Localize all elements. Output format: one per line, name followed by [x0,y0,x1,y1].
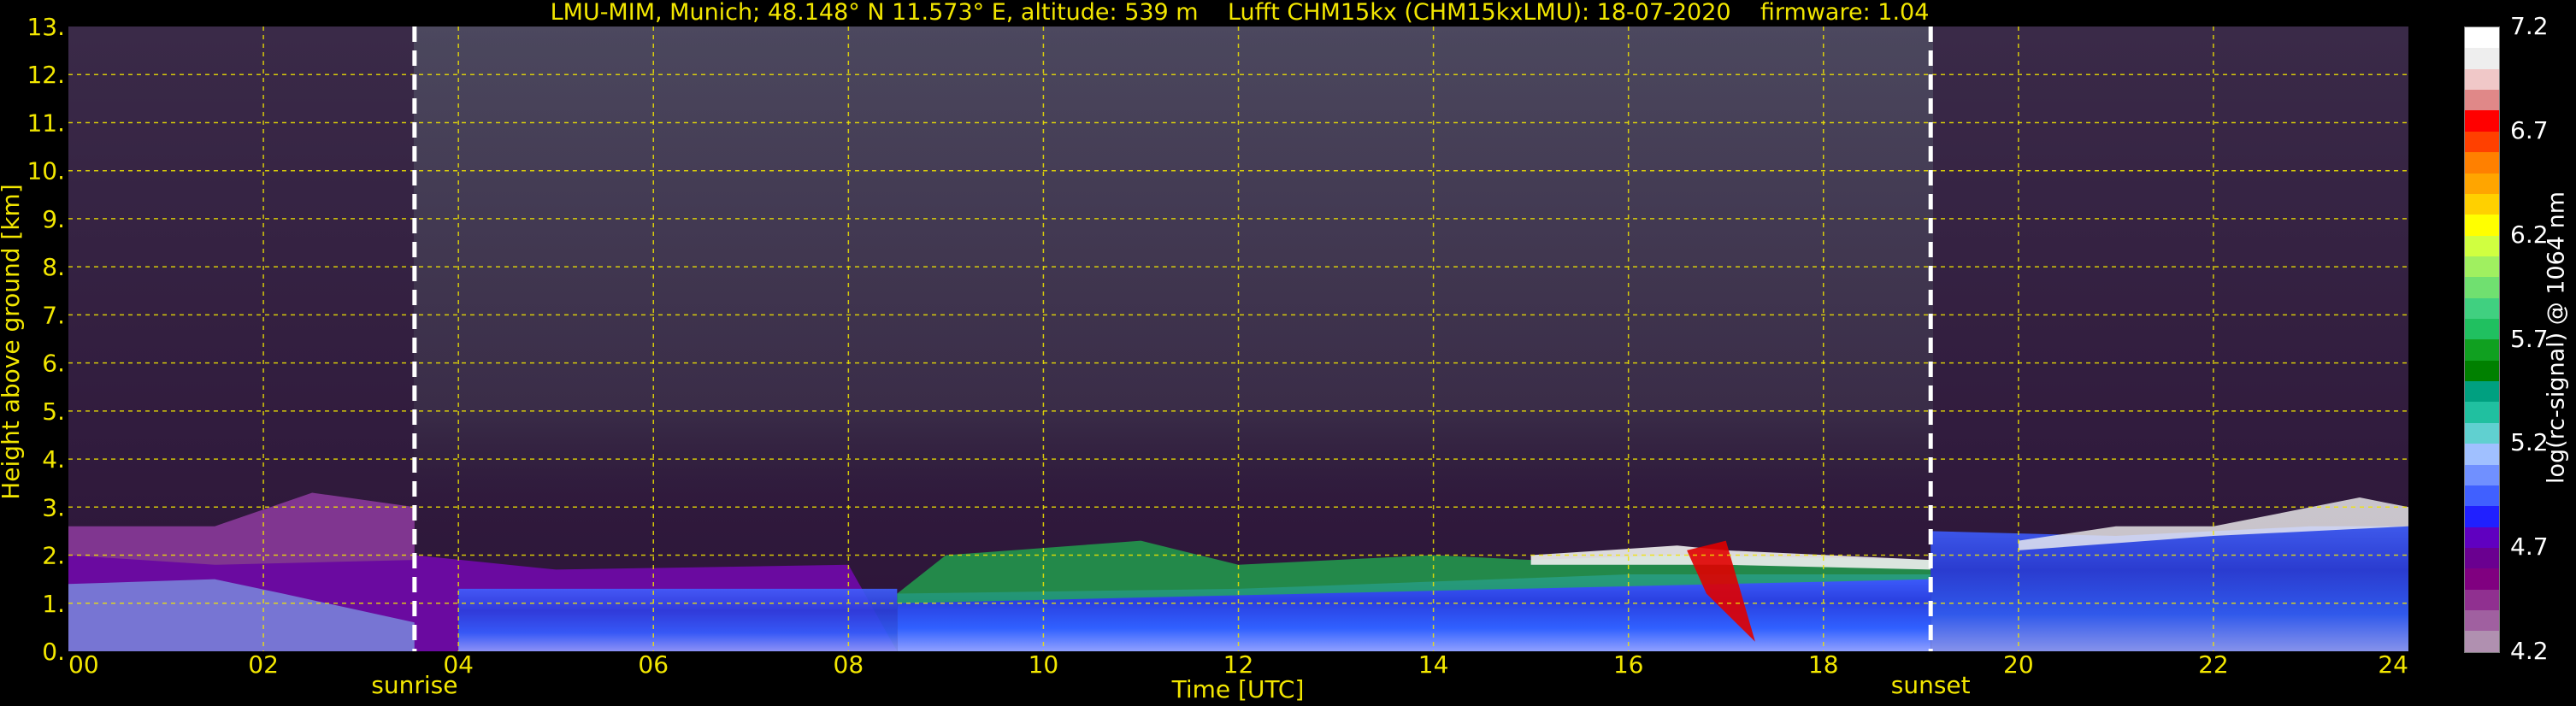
x-tick-label: 02 [248,650,279,679]
colorbar-tick: 4.2 [2510,637,2549,665]
colorbar-label: log(rc-signal) @ 1064 nm [2543,191,2570,485]
colorbar-segment [2465,48,2499,69]
colorbar-segment [2465,297,2499,320]
colorbar-segment [2465,27,2499,49]
x-tick-label: 20 [2003,650,2034,679]
y-tick-label: 5. [42,397,65,426]
colorbar-segment [2465,360,2499,382]
y-tick-label: 11. [27,109,65,137]
x-tick-label: 06 [638,650,669,679]
x-tick-label: 10 [1029,650,1059,679]
colorbar-segment [2465,381,2499,403]
morning-mixing [458,588,898,651]
colorbar-segment [2465,256,2499,278]
ceilometer-plot: 00 02 04 06 08 10 12 14 16 18 20 22 240.1.2.3.4.5.6.… [0,13,2408,703]
y-tick-label: 3. [42,493,65,521]
y-tick-label: 12. [27,61,65,89]
sunset-label: sunset [1891,671,1971,699]
colorbar-tick: 6.7 [2510,115,2549,144]
colorbar-segment [2465,402,2499,423]
y-tick-label: 9. [42,205,65,233]
colorbar-segment [2465,444,2499,465]
y-tick-label: 2. [42,542,65,570]
x-tick-label: 18 [1808,650,1839,679]
colorbar-segment [2465,215,2499,236]
x-tick-label: 22 [2198,650,2229,679]
evening-layer [1931,526,2408,651]
colorbar-segment [2465,547,2499,569]
x-tick-label: 16 [1613,650,1644,679]
colorbar-segment [2465,485,2499,507]
x-tick-label: 14 [1418,650,1449,679]
colorbar-segment [2465,193,2499,215]
colorbar-segment [2465,68,2499,91]
y-axis-label: Height above ground [km] [0,184,25,500]
colorbar-segment [2465,464,2499,485]
sunrise-label: sunrise [371,671,457,699]
y-tick-label: 1. [42,590,65,618]
y-tick-label: 6. [42,350,65,378]
colorbar-segment [2465,422,2499,444]
colorbar-segment [2465,90,2499,111]
colorbar-segment [2465,173,2499,194]
y-tick-label: 8. [42,253,65,281]
colorbar-segment [2465,506,2499,527]
colorbar [2464,26,2500,653]
y-tick-label: 0. [42,638,65,666]
daylight-noise [414,26,1933,505]
colorbar-segment [2465,568,2499,590]
colorbar-segment [2465,610,2499,632]
colorbar-segment [2465,527,2499,548]
colorbar-segment [2465,589,2499,611]
colorbar-tick: 4.7 [2510,532,2549,562]
colorbar-tick: 7.2 [2510,12,2549,40]
colorbar-segment [2465,631,2499,652]
x-axis-label: Time [UTC] [1171,675,1305,703]
y-tick-label: 10. [27,157,65,185]
colorbar-segment [2465,235,2499,256]
colorbar-segment [2465,110,2499,132]
x-tick-label: 08 [834,650,864,679]
colorbar-segment [2465,319,2499,340]
y-tick-label: 4. [42,445,65,474]
colorbar-segment [2465,131,2499,153]
colorbar-segment [2465,152,2499,174]
y-tick-label: 7. [42,301,65,329]
x-tick-label: 24 [2378,650,2408,679]
x-tick-label: 00 [68,650,99,679]
colorbar-segment [2465,277,2499,298]
colorbar-segment [2465,339,2499,361]
chart-title: LMU-MIM, Munich; 48.148° N 11.573° E, al… [550,0,1930,26]
